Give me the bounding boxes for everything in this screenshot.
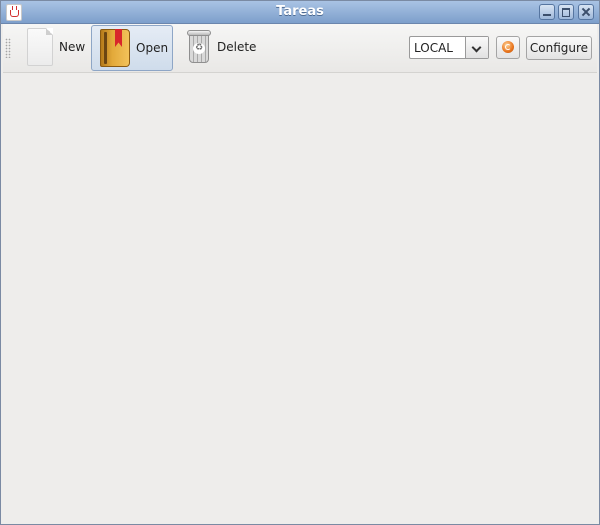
delete-button[interactable]: ♻ Delete [179, 25, 269, 69]
refresh-button[interactable] [496, 36, 520, 59]
trash-icon: ♻ [187, 30, 211, 64]
new-button[interactable]: New [23, 25, 89, 69]
toolbar-grip-handle[interactable] [5, 38, 11, 58]
window-title: Tareas [276, 4, 324, 19]
toolbar: New Open ♻ Delete LOCAL Configure [3, 24, 597, 73]
main-content-area [3, 73, 597, 522]
open-button-label: Open [136, 41, 169, 55]
open-button[interactable]: Open [91, 25, 173, 71]
book-icon [100, 29, 130, 67]
delete-button-label: Delete [217, 40, 257, 54]
configure-button[interactable]: Configure [526, 36, 592, 60]
maximize-icon[interactable] [558, 4, 574, 20]
refresh-icon [502, 41, 514, 53]
location-select-value: LOCAL [414, 41, 453, 55]
close-icon[interactable] [578, 4, 594, 20]
minimize-icon[interactable] [539, 4, 555, 20]
app-window: Tareas New Open ♻ Delete LOCAL Configure [0, 0, 600, 525]
new-button-label: New [59, 40, 86, 54]
location-select[interactable]: LOCAL [409, 36, 489, 59]
chevron-down-icon[interactable] [465, 37, 488, 58]
title-bar[interactable]: Tareas [1, 1, 599, 24]
document-icon [27, 28, 53, 66]
